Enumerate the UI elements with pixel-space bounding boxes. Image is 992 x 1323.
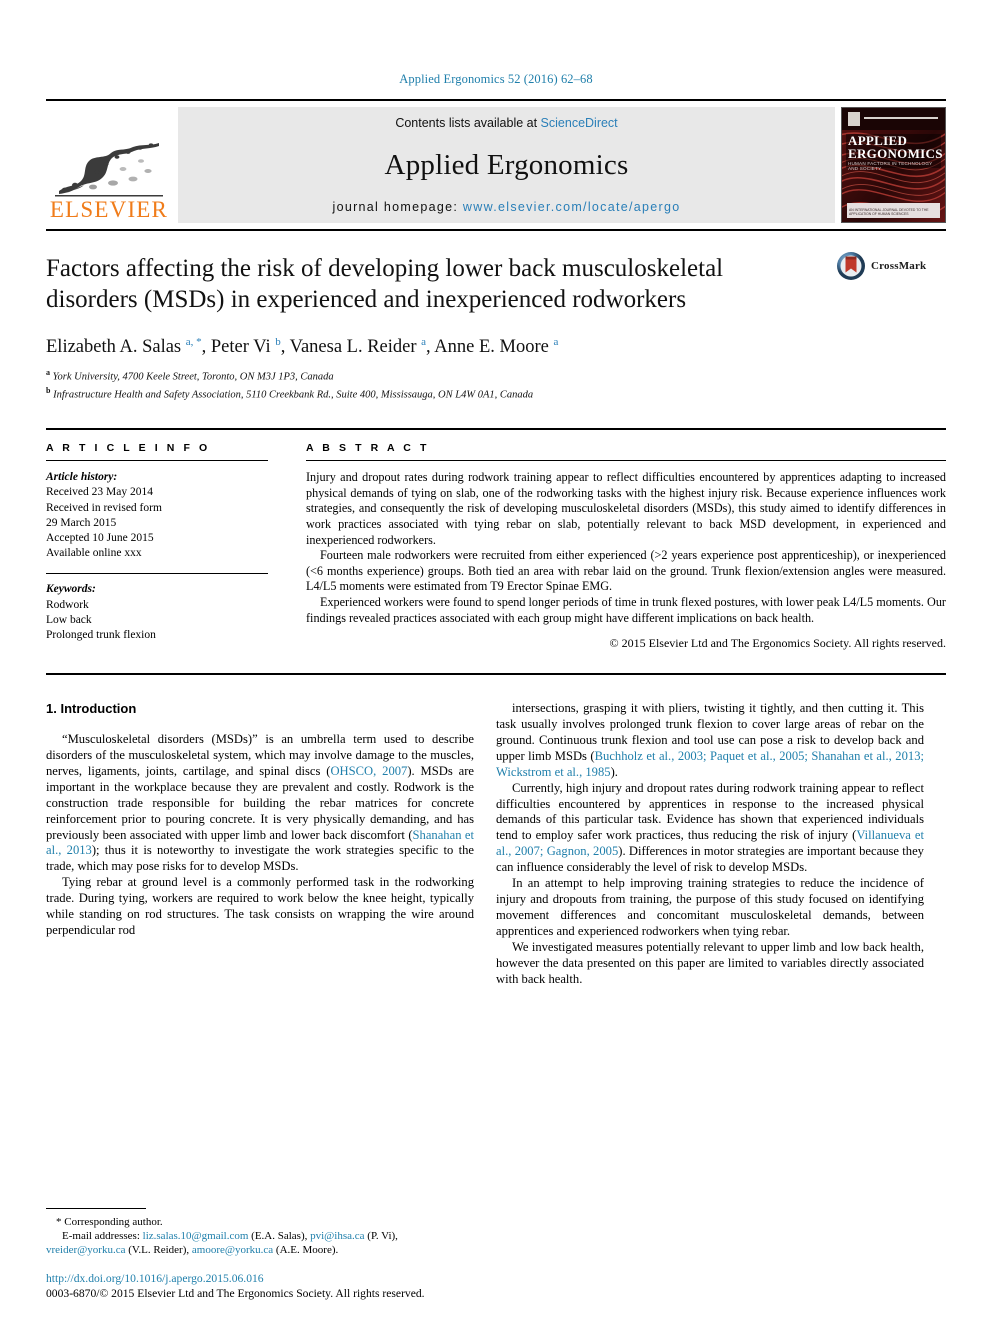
body-text: ); thus it is noteworthy to investigate …: [46, 843, 474, 874]
body-paragraph: Currently, high injury and dropout rates…: [496, 781, 924, 876]
affiliation-list: a York University, 4700 Keele Street, To…: [46, 366, 946, 402]
abstract-body: Injury and dropout rates during rodwork …: [306, 470, 946, 626]
homepage-url-link[interactable]: www.elsevier.com/locate/apergo: [463, 200, 681, 214]
section-heading-introduction: 1. Introduction: [46, 701, 137, 717]
body-left-column: 1. Introduction “Musculoskeletal disorde…: [46, 701, 474, 987]
author-affiliation-mark: a: [553, 336, 559, 348]
email-link[interactable]: liz.salas.10@gmail.com: [143, 1230, 249, 1242]
article-history-item: Received 23 May 2014: [46, 486, 153, 499]
abstract-heading: A B S T R A C T: [306, 442, 430, 455]
body-text: In an attempt to help improving training…: [496, 876, 924, 938]
author-separator: ,: [280, 337, 290, 358]
homepage-prefix: journal homepage:: [332, 200, 463, 214]
journal-homepage-line: journal homepage: www.elsevier.com/locat…: [333, 200, 681, 214]
author-list: Elizabeth A. Salas a, *, Peter Vi b, Van…: [46, 331, 946, 358]
keyword-item: Rodwork: [46, 598, 89, 611]
body-paragraph: intersections, grasping it with pliers, …: [496, 701, 924, 781]
keyword-item: Prolonged trunk flexion: [46, 628, 156, 641]
footnote-block: * Corresponding author. E-mail addresses…: [46, 1208, 474, 1257]
journal-cover-thumbnail: APPLIED ERGONOMICS HUMAN FACTORS IN TECH…: [841, 107, 946, 223]
journal-cover-art: APPLIED ERGONOMICS HUMAN FACTORS IN TECH…: [842, 108, 945, 222]
author-separator: ,: [201, 337, 211, 358]
body-left-paragraphs: “Musculoskeletal disorders (MSDs)” is an…: [46, 732, 474, 939]
crossmark-icon: [837, 252, 865, 280]
abstract-paragraph: Injury and dropout rates during rodwork …: [306, 470, 946, 547]
article-history-label: Article history:: [46, 471, 118, 484]
email-link[interactable]: pvi@ihsa.ca: [310, 1230, 364, 1242]
doi-link[interactable]: http://dx.doi.org/10.1016/j.apergo.2015.…: [46, 1271, 646, 1286]
article-history: Article history: Received 23 May 2014 Rec…: [46, 470, 268, 561]
body-right-column: intersections, grasping it with pliers, …: [496, 701, 924, 987]
article-info-column: A R T I C L E I N F O Article history: R…: [46, 442, 296, 651]
author-name: Elizabeth A. Salas: [46, 337, 186, 358]
paper-page: Applied Ergonomics 52 (2016) 62–68 ELSEV…: [0, 0, 992, 1323]
article-history-item: Received in revised form: [46, 501, 162, 514]
doi-block: http://dx.doi.org/10.1016/j.apergo.2015.…: [46, 1271, 646, 1301]
corresponding-author-note: * Corresponding author.: [56, 1216, 163, 1228]
author-name: Peter Vi: [210, 337, 276, 358]
body-text: Tying rebar at ground level is a commonl…: [46, 875, 474, 937]
email-owner: (E.A. Salas),: [248, 1230, 311, 1242]
affiliation-text: Infrastructure Health and Safety Associa…: [50, 389, 534, 401]
article-history-items: Received 23 May 2014 Received in revised …: [46, 485, 268, 561]
page-title: Factors affecting the risk of developing…: [46, 255, 724, 313]
body-paragraph: “Musculoskeletal disorders (MSDs)” is an…: [46, 732, 474, 875]
crossmark-badge[interactable]: CrossMark: [836, 251, 946, 281]
body-text: We investigated measures potentially rel…: [496, 939, 924, 986]
elsevier-logo: ELSEVIER: [46, 107, 172, 223]
body-paragraph: In an attempt to help improving training…: [496, 876, 924, 940]
body-region: 1. Introduction “Musculoskeletal disorde…: [46, 673, 946, 987]
contents-prefix: Contents lists available at: [395, 116, 541, 130]
keywords-label: Keywords:: [46, 583, 96, 596]
crossmark-label: CrossMark: [871, 260, 927, 272]
cover-title-line-2: ERGONOMICS: [848, 146, 943, 161]
abstract-copyright: © 2015 Elsevier Ltd and The Ergonomics S…: [609, 636, 947, 651]
abstract-paragraph: Fourteen male rodworkers were recruited …: [306, 548, 946, 594]
article-history-item: Available online xxx: [46, 547, 142, 560]
email-addresses-note: E-mail addresses: liz.salas.10@gmail.com…: [46, 1229, 474, 1257]
elsevier-tree-icon: [55, 143, 163, 197]
email-addresses-label: E-mail addresses:: [62, 1230, 143, 1242]
info-abstract-region: A R T I C L E I N F O Article history: R…: [46, 428, 946, 651]
email-owner: (V.L. Reider),: [125, 1244, 192, 1256]
journal-banner-center: Contents lists available at ScienceDirec…: [178, 107, 835, 223]
abstract-column: A B S T R A C T Injury and dropout rates…: [296, 442, 946, 651]
article-info-heading: A R T I C L E I N F O: [46, 442, 211, 455]
sciencedirect-link[interactable]: ScienceDirect: [541, 116, 618, 130]
keywords-items: Rodwork Low back Prolonged trunk flexion: [46, 598, 268, 644]
cover-journal-title: APPLIED ERGONOMICS: [848, 134, 943, 161]
keywords-block: Keywords: Rodwork Low back Prolonged trunk…: [46, 573, 268, 643]
citation-link[interactable]: OHSCO, 2007: [330, 764, 407, 778]
cover-footer-text: AN INTERNATIONAL JOURNAL DEVOTED TO THE …: [849, 208, 929, 216]
article-title-block: CrossMark Factors affecting the risk of …: [46, 231, 946, 402]
keyword-item: Low back: [46, 613, 92, 626]
cover-subtitle: HUMAN FACTORS IN TECHNOLOGY AND SOCIETY: [848, 161, 933, 171]
author-affiliation-mark: a, *: [185, 336, 202, 348]
body-paragraph: We investigated measures potentially rel…: [496, 940, 924, 988]
body-right-paragraphs: intersections, grasping it with pliers, …: [496, 701, 924, 987]
footnote-rule: [46, 1208, 146, 1209]
email-owner: (A.E. Moore).: [273, 1244, 339, 1256]
body-paragraph: Tying rebar at ground level is a commonl…: [46, 875, 474, 939]
email-link[interactable]: vreider@yorku.ca: [46, 1244, 125, 1256]
affiliation-text: York University, 4700 Keele Street, Toro…: [50, 371, 334, 383]
journal-title: Applied Ergonomics: [384, 148, 629, 181]
abstract-rule: [306, 460, 946, 462]
journal-banner: ELSEVIER Contents lists available at Sci…: [46, 99, 946, 223]
article-history-item: 29 March 2015: [46, 516, 117, 529]
author-name: Vanesa L. Reider: [289, 337, 422, 358]
running-head: Applied Ergonomics 52 (2016) 62–68: [399, 72, 593, 86]
issn-copyright-line: 0003-6870/© 2015 Elsevier Ltd and The Er…: [46, 1287, 425, 1300]
email-owner: (P. Vi),: [364, 1230, 398, 1242]
elsevier-wordmark: ELSEVIER: [49, 197, 169, 222]
article-info-rule: [46, 460, 268, 462]
contents-available-line: Contents lists available at ScienceDirec…: [395, 116, 617, 130]
article-history-item: Accepted 10 June 2015: [46, 531, 154, 544]
affiliation-item: a York University, 4700 Keele Street, To…: [46, 366, 946, 384]
author-name: Anne E. Moore: [434, 337, 554, 358]
body-text: ).: [610, 764, 618, 779]
abstract-paragraph: Experienced workers were found to spend …: [306, 594, 946, 625]
email-link[interactable]: amoore@yorku.ca: [192, 1244, 273, 1256]
affiliation-item: b Infrastructure Health and Safety Assoc…: [46, 384, 946, 402]
